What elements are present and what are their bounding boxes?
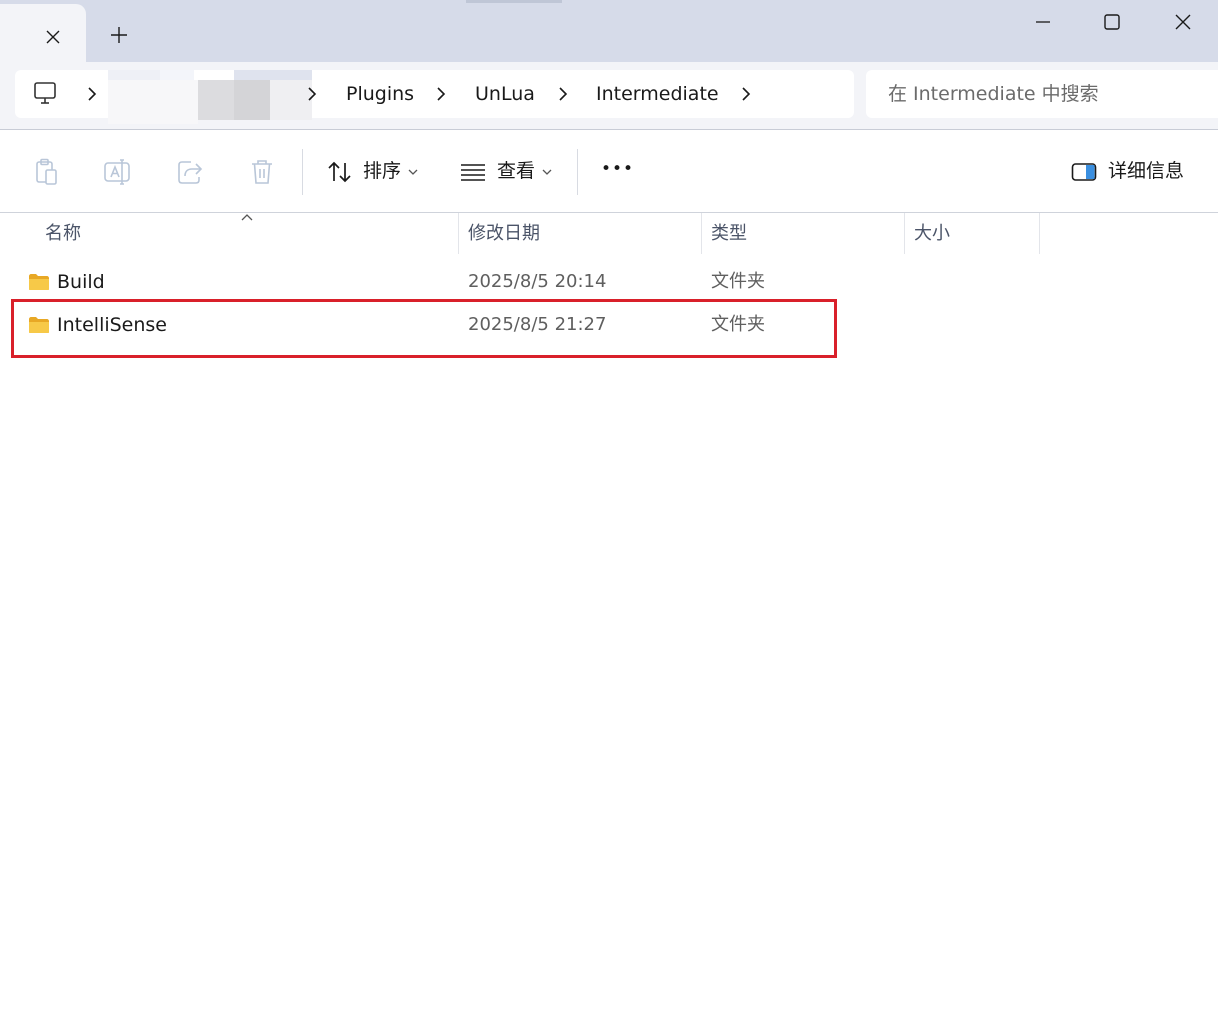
details-pane-icon [1067, 155, 1101, 189]
chevron-right-icon[interactable] [436, 86, 450, 102]
view-button[interactable]: 查看 [497, 159, 535, 183]
column-name-label: 名称 [45, 223, 81, 244]
column-size-label: 大小 [914, 223, 950, 244]
list-item[interactable]: IntelliSense 2025/8/5 21:27 文件夹 [0, 305, 1218, 345]
chevron-down-icon[interactable] [542, 168, 552, 176]
column-header-size[interactable]: 大小 [905, 213, 1039, 254]
share-icon [178, 161, 203, 184]
file-name: Build [57, 271, 105, 293]
sort-ascending-icon [241, 214, 253, 221]
column-divider[interactable] [1039, 213, 1040, 254]
clipboard-icon [36, 158, 57, 185]
close-icon[interactable] [40, 24, 66, 50]
chevron-right-icon[interactable] [307, 86, 321, 102]
chevron-down-icon[interactable] [408, 168, 418, 176]
maximize-icon [1104, 14, 1120, 30]
minimize-button[interactable] [1020, 6, 1066, 38]
close-icon [1175, 14, 1191, 30]
chevron-right-icon[interactable] [741, 86, 755, 102]
search-placeholder: 在 Intermediate 中搜索 [888, 83, 1099, 105]
column-header-modified[interactable]: 修改日期 [459, 213, 701, 254]
minimize-icon [1036, 21, 1050, 23]
title-bar [0, 0, 1218, 62]
more-options-button[interactable]: ••• [601, 157, 634, 181]
toolbar-divider [302, 149, 303, 195]
close-window-button[interactable] [1160, 6, 1206, 38]
command-bar: 排序 查看 ••• 详细信息 [0, 131, 1218, 213]
folder-icon [29, 274, 49, 290]
file-modified: 2025/8/5 20:14 [468, 271, 607, 292]
address-row: Plugins UnLua Intermediate 在 Intermediat… [0, 62, 1218, 130]
plus-icon [111, 27, 127, 43]
drag-region[interactable] [466, 0, 562, 3]
new-tab-button[interactable] [104, 20, 134, 50]
redacted-path [108, 70, 312, 124]
trash-icon [252, 160, 272, 184]
breadcrumb-plugins[interactable]: Plugins [346, 82, 414, 106]
column-header-type[interactable]: 类型 [702, 213, 904, 254]
list-item[interactable]: Build 2025/8/5 20:14 文件夹 [0, 262, 1218, 302]
rename-icon [104, 159, 130, 185]
address-bar[interactable]: Plugins UnLua Intermediate [15, 70, 854, 124]
breadcrumb-intermediate[interactable]: Intermediate [596, 82, 719, 106]
maximize-button[interactable] [1089, 6, 1135, 38]
delete-button[interactable] [245, 155, 279, 189]
breadcrumb-unlua[interactable]: UnLua [475, 82, 535, 106]
share-button[interactable] [173, 155, 207, 189]
sort-button[interactable]: 排序 [363, 159, 401, 183]
column-header-name[interactable]: 名称 [0, 213, 458, 254]
search-input[interactable]: 在 Intermediate 中搜索 [866, 70, 1218, 118]
tab-current[interactable] [0, 4, 86, 62]
column-type-label: 类型 [711, 223, 747, 244]
chevron-right-icon[interactable] [87, 86, 101, 102]
sort-icon [323, 155, 357, 189]
paste-button[interactable] [29, 155, 63, 189]
details-button[interactable]: 详细信息 [1108, 159, 1184, 183]
file-type: 文件夹 [711, 271, 765, 292]
file-type: 文件夹 [711, 314, 765, 335]
rename-button[interactable] [100, 155, 134, 189]
chevron-right-icon[interactable] [558, 86, 572, 102]
file-modified: 2025/8/5 21:27 [468, 314, 607, 335]
folder-icon [29, 317, 49, 333]
computer-icon[interactable] [33, 82, 59, 106]
file-name: IntelliSense [57, 314, 168, 336]
column-modified-label: 修改日期 [468, 223, 540, 244]
toolbar-divider [577, 149, 578, 195]
view-icon [456, 155, 490, 189]
